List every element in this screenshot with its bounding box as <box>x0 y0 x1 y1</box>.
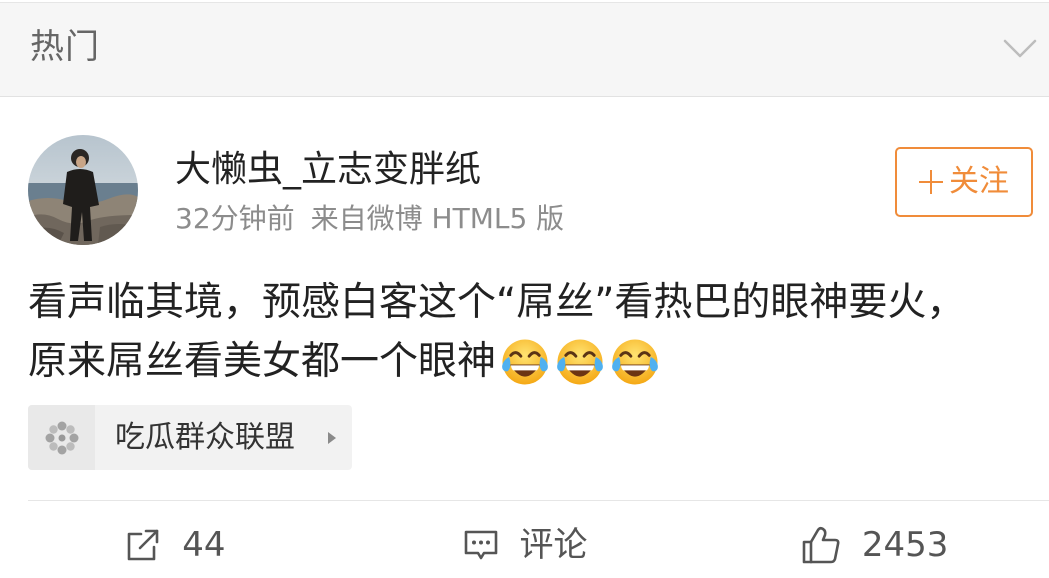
post-text-line-1: 看声临其境，预感白客这个“屌丝”看热巴的眼神要火， <box>28 280 966 325</box>
post-text-line: 看声临其境，预感白客这个“屌丝”看热巴的眼神要火， <box>28 273 1038 332</box>
face-with-tears-of-joy-icon <box>608 337 662 387</box>
comment-button[interactable]: 评论 <box>350 512 700 578</box>
topic-chip[interactable]: 吃瓜群众联盟 <box>28 405 352 470</box>
divider <box>28 500 1049 501</box>
like-count: 2453 <box>861 525 949 565</box>
author-name[interactable]: 大懒虫_立志变胖纸 <box>175 148 481 192</box>
post-card: 大懒虫_立志变胖纸 32分钟前 来自微博 HTML5 版 关注 看声临其境，预感白… <box>0 97 1049 578</box>
comment-label: 评论 <box>519 525 588 565</box>
like-button[interactable]: 2453 <box>699 512 1049 578</box>
post-meta: 32分钟前 来自微博 HTML5 版 <box>175 201 564 237</box>
caret-right-icon <box>328 432 336 444</box>
post-source[interactable]: 来自微博 HTML5 版 <box>311 202 565 235</box>
topic-flower-icon <box>28 405 95 470</box>
post-time: 32分钟前 <box>175 202 295 235</box>
section-title: 热门 <box>30 27 100 67</box>
emoji-group <box>498 337 663 387</box>
repost-icon <box>127 529 159 561</box>
section-header: 热门 <box>0 2 1049 97</box>
post-text-line-2: 原来屌丝看美女都一个眼神 <box>28 339 497 384</box>
topic-label: 吃瓜群众联盟 <box>115 419 295 455</box>
face-with-tears-of-joy-icon <box>498 337 552 387</box>
repost-button[interactable]: 44 <box>0 512 350 578</box>
avatar-photo <box>28 135 138 245</box>
action-bar: 44 评论 2453 <box>0 512 1049 578</box>
face-with-tears-of-joy-icon <box>553 337 607 387</box>
avatar[interactable] <box>28 135 138 245</box>
comment-icon <box>464 530 497 560</box>
plus-icon <box>919 170 943 194</box>
post-body: 看声临其境，预感白客这个“屌丝”看热巴的眼神要火， 原来屌丝看美女都一个眼神 <box>28 273 1038 391</box>
follow-button[interactable]: 关注 <box>895 147 1033 217</box>
thumbs-up-icon <box>802 526 840 564</box>
post-text-line: 原来屌丝看美女都一个眼神 <box>28 332 1038 391</box>
repost-count: 44 <box>182 525 226 565</box>
follow-button-label: 关注 <box>949 164 1009 199</box>
chevron-down-icon[interactable] <box>1003 39 1037 59</box>
